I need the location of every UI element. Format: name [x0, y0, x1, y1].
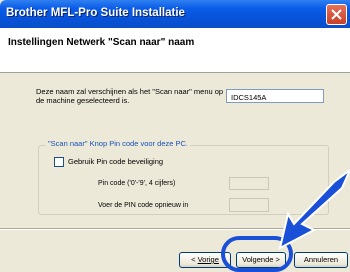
pin-confirm-field[interactable] — [229, 198, 269, 212]
close-button[interactable] — [326, 4, 347, 25]
close-icon — [331, 9, 342, 20]
pin-group-legend: "Scan naar" Knop Pin code voor deze PC. — [46, 139, 190, 148]
use-pin-checkbox[interactable] — [54, 157, 64, 167]
pin-code-label: Pin code ('0'-'9', 4 cijfers) — [98, 180, 176, 187]
cancel-button[interactable]: Annuleren — [294, 252, 348, 268]
name-description: Deze naam zal verschijnen als het "Scan … — [36, 87, 224, 105]
installer-window: Brother MFL-Pro Suite Installatie Instel… — [0, 0, 350, 272]
pin-code-field[interactable] — [229, 177, 269, 190]
pointer-arrow-icon — [278, 168, 350, 250]
back-label: Vorige — [197, 255, 219, 264]
window-title: Brother MFL-Pro Suite Installatie — [6, 7, 185, 19]
page-title: Instellingen Netwerk "Scan naar" naam — [8, 37, 195, 48]
pin-confirm-label: Voer de PIN code opnieuw in — [98, 202, 189, 209]
title-bar[interactable]: Brother MFL-Pro Suite Installatie — [0, 0, 350, 28]
scan-name-input[interactable] — [226, 89, 324, 103]
use-pin-checkbox-label[interactable]: Gebruik Pin code beveiliging — [68, 157, 163, 166]
header-band: Instellingen Netwerk "Scan naar" naam — [0, 28, 350, 73]
